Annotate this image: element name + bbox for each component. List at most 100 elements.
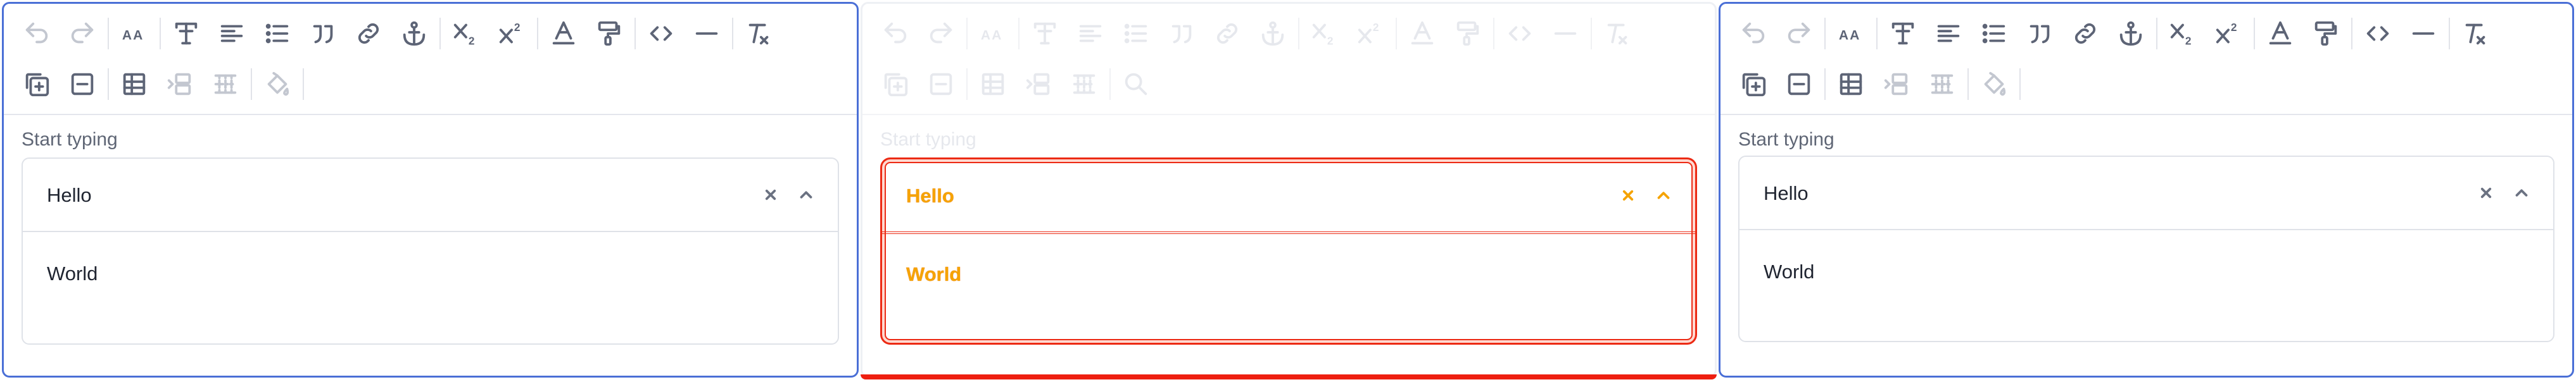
superscript-button[interactable]: 2	[489, 11, 534, 56]
undo-button[interactable]	[14, 11, 60, 56]
subscript-button[interactable]: 2	[443, 11, 489, 56]
align-button[interactable]	[209, 11, 255, 56]
clear-format-button[interactable]	[2453, 11, 2498, 56]
bullet-list-button[interactable]	[255, 11, 300, 56]
link-button[interactable]	[2062, 11, 2108, 56]
combobox-head[interactable]: Hello	[1739, 157, 2553, 230]
redo-button[interactable]	[918, 11, 964, 56]
undo-button[interactable]	[1731, 11, 1776, 56]
field-label: Start typing	[1738, 129, 1834, 150]
toolbar-row-2	[1731, 59, 2572, 109]
blockquote-button[interactable]	[300, 11, 346, 56]
horizontal-rule-button[interactable]	[2401, 11, 2446, 56]
subscript-button[interactable]: 2	[1302, 11, 1348, 56]
horizontal-rule-button[interactable]	[1543, 11, 1588, 56]
insert-row-button[interactable]	[1874, 61, 1919, 107]
link-button[interactable]	[346, 11, 391, 56]
add-cell-button[interactable]	[14, 61, 60, 107]
superscript-button[interactable]: 2	[2206, 11, 2251, 56]
format-painter-button[interactable]	[586, 11, 632, 56]
table-icon	[982, 73, 1004, 96]
font-size-button[interactable]: AA	[1828, 11, 1874, 56]
text-style-button[interactable]	[1880, 11, 1926, 56]
svg-text:A: A	[1839, 28, 1848, 43]
text-style-button[interactable]	[163, 11, 209, 56]
collapse-button[interactable]	[1646, 181, 1681, 210]
anchor-button[interactable]	[1250, 11, 1296, 56]
insert-row-button[interactable]	[157, 61, 203, 107]
svg-text:2: 2	[469, 34, 475, 47]
font-color-button[interactable]	[2257, 11, 2303, 56]
toolbar-divider	[1824, 18, 1826, 49]
font-size-button[interactable]: AA	[970, 11, 1016, 56]
dropdown-option[interactable]: World	[906, 263, 961, 286]
clear-button[interactable]	[2468, 178, 2504, 207]
redo-button[interactable]	[60, 11, 105, 56]
insert-row-button[interactable]	[1016, 61, 1061, 107]
combobox-actions	[2468, 178, 2539, 207]
combobox[interactable]: Hello World	[22, 157, 839, 345]
horizontal-rule-button[interactable]	[684, 11, 729, 56]
dropdown-option[interactable]: World	[1764, 261, 1814, 283]
delete-row-button[interactable]	[1919, 61, 1965, 107]
undo-button[interactable]	[873, 11, 918, 56]
bullet-list-button[interactable]	[1113, 11, 1159, 56]
close-icon	[765, 189, 776, 200]
remove-cell-button[interactable]	[60, 61, 105, 107]
combobox-head[interactable]: Hello	[882, 159, 1695, 234]
table-button[interactable]	[111, 61, 157, 107]
anchor-button[interactable]	[391, 11, 437, 56]
clear-button[interactable]	[1610, 181, 1646, 210]
format-painter-button[interactable]	[2303, 11, 2349, 56]
code-button[interactable]	[2355, 11, 2401, 56]
link-icon	[358, 23, 379, 44]
blockquote-button[interactable]	[2017, 11, 2062, 56]
superscript-button[interactable]: 2	[1348, 11, 1393, 56]
clear-format-button[interactable]	[1594, 11, 1640, 56]
table-button[interactable]	[1828, 61, 1874, 107]
anchor-icon	[403, 21, 426, 46]
code-button[interactable]	[638, 11, 684, 56]
text-style-button[interactable]	[1022, 11, 1068, 56]
align-button[interactable]	[1068, 11, 1113, 56]
align-left-icon	[220, 25, 243, 42]
remove-cell-button[interactable]	[918, 61, 964, 107]
anchor-button[interactable]	[2108, 11, 2154, 56]
redo-button[interactable]	[1776, 11, 1822, 56]
format-painter-button[interactable]	[1445, 11, 1491, 56]
format-painter-icon	[598, 21, 621, 46]
format-painter-icon	[1456, 21, 1479, 46]
combobox-head[interactable]: Hello	[23, 159, 838, 232]
delete-row-button[interactable]	[203, 61, 248, 107]
clear-format-button[interactable]	[736, 11, 781, 56]
font-color-button[interactable]	[1399, 11, 1445, 56]
collapse-button[interactable]	[788, 180, 824, 209]
search-button[interactable]	[1113, 61, 1159, 107]
font-color-button[interactable]	[541, 11, 586, 56]
dropdown-option[interactable]: World	[47, 262, 98, 285]
subscript-button[interactable]: 2	[2160, 11, 2206, 56]
link-button[interactable]	[1204, 11, 1250, 56]
align-button[interactable]	[1926, 11, 1971, 56]
horizontal-rule-icon	[695, 32, 718, 35]
svg-text:2: 2	[2185, 34, 2192, 47]
add-cell-button[interactable]	[873, 61, 918, 107]
delete-row-button[interactable]	[1061, 61, 1107, 107]
toolbar-divider	[1824, 68, 1826, 100]
clear-button[interactable]	[753, 180, 788, 209]
svg-text:A: A	[1850, 28, 1859, 43]
font-size-button[interactable]: AA	[111, 11, 157, 56]
collapse-button[interactable]	[2504, 178, 2539, 207]
bullet-list-button[interactable]	[1971, 11, 2017, 56]
remove-cell-button[interactable]	[1776, 61, 1822, 107]
font-color-icon	[2269, 21, 2292, 45]
combobox[interactable]: Hello World	[1738, 156, 2554, 342]
blockquote-button[interactable]	[1159, 11, 1204, 56]
add-cell-button[interactable]	[1731, 61, 1776, 107]
code-button[interactable]	[1497, 11, 1543, 56]
fill-color-button[interactable]	[1971, 61, 2017, 107]
fill-color-button[interactable]	[255, 61, 300, 107]
combobox-actions	[1610, 181, 1681, 210]
table-button[interactable]	[970, 61, 1016, 107]
combobox[interactable]: Hello World	[880, 157, 1697, 345]
